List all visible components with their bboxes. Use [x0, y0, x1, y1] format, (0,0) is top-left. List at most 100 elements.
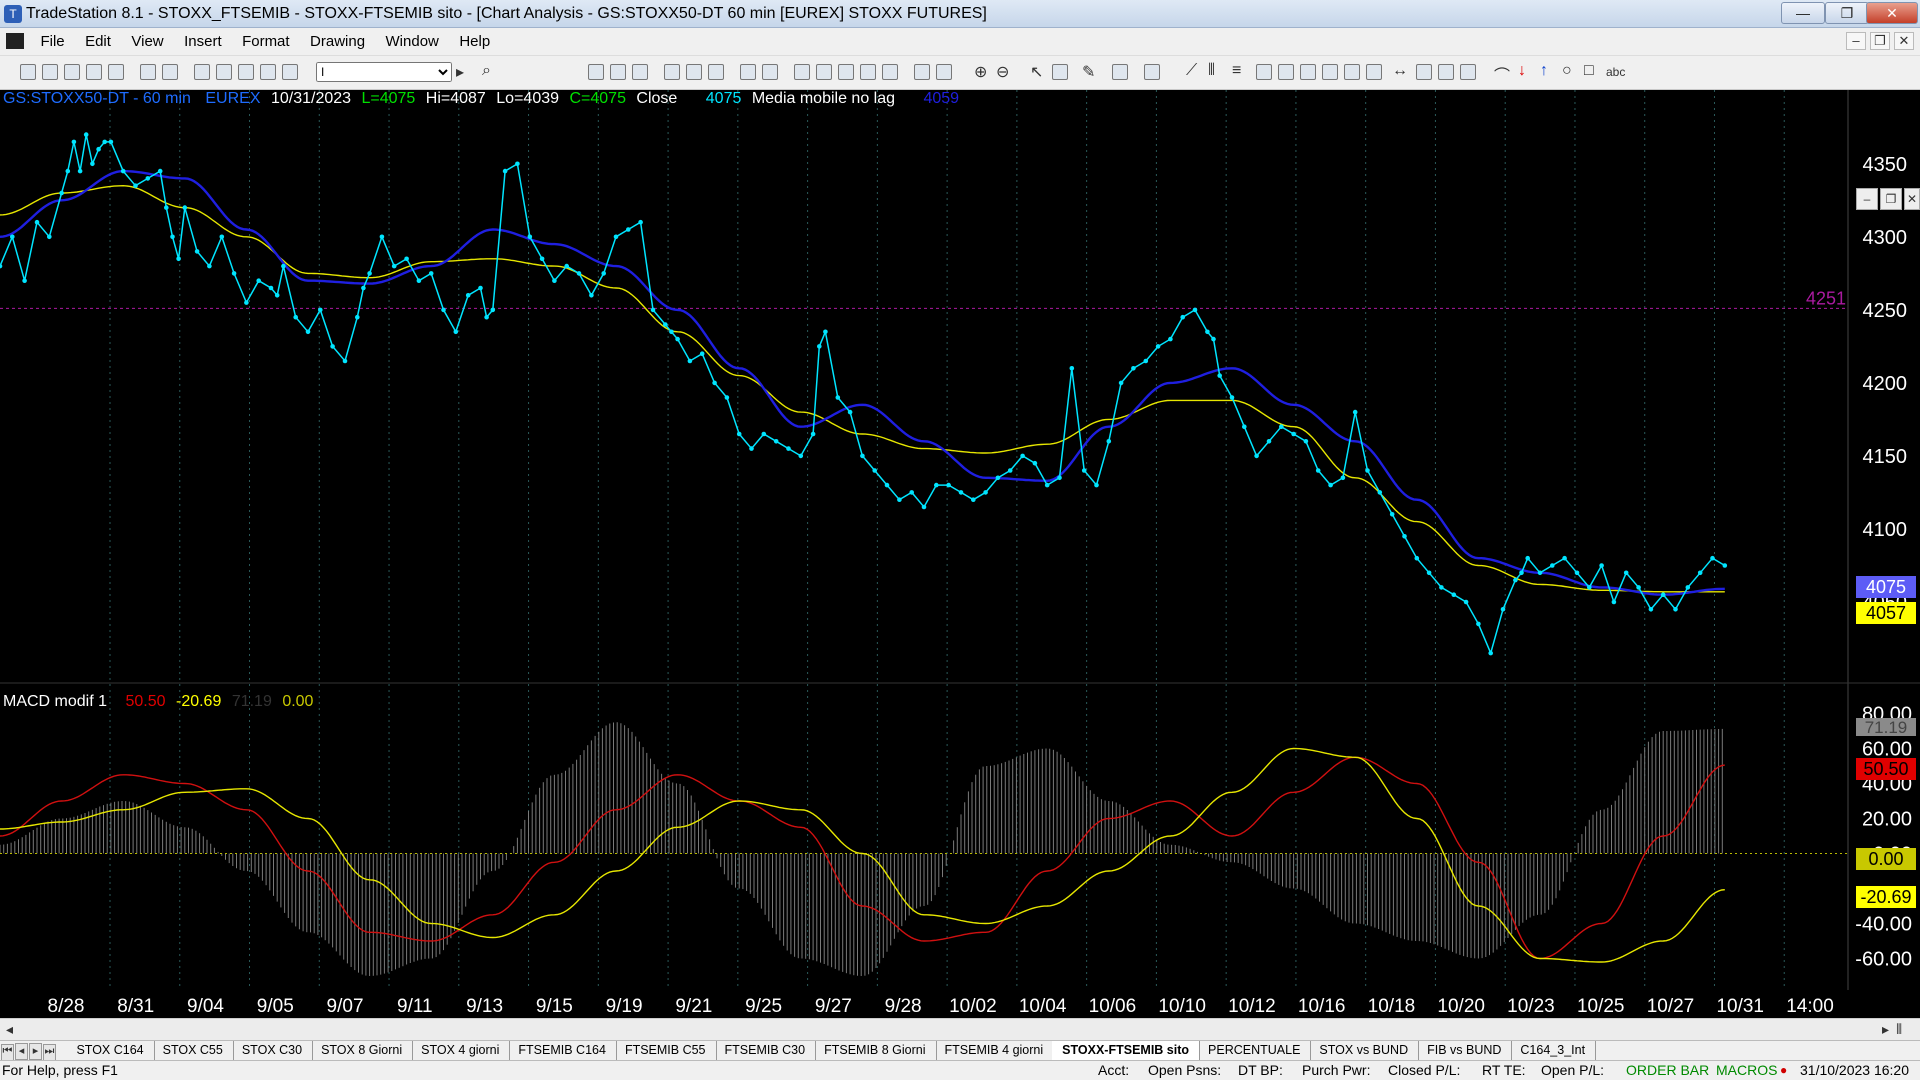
tb-icon-25[interactable]: [1416, 64, 1432, 80]
window-2-icon[interactable]: [216, 64, 232, 80]
trendline-icon[interactable]: ⟋: [1186, 62, 1197, 80]
menu-edit[interactable]: Edit: [77, 28, 119, 55]
globe-icon[interactable]: [282, 64, 298, 80]
tb-icon-11[interactable]: [838, 64, 854, 80]
folder-icon[interactable]: [108, 64, 124, 80]
tb-icon-13[interactable]: [882, 64, 898, 80]
tb-icon-1[interactable]: [588, 64, 604, 80]
play-arrow-icon[interactable]: ▸: [456, 62, 464, 82]
lock-icon[interactable]: [238, 64, 254, 80]
workspace-tab[interactable]: FIB vs BUND: [1417, 1041, 1513, 1060]
tools-icon[interactable]: [260, 64, 276, 80]
zoom-in-icon[interactable]: ⊕: [974, 62, 987, 82]
status-macros[interactable]: MACROS: [1716, 1062, 1777, 1078]
menu-insert[interactable]: Insert: [176, 28, 230, 55]
mdi-restore-button[interactable]: ❐: [1870, 32, 1890, 50]
workspace-tab[interactable]: FTSEMIB C30: [715, 1041, 817, 1060]
binocular-icon[interactable]: ⌕: [482, 62, 491, 80]
scroll-right-icon[interactable]: ▸: [1882, 1021, 1889, 1038]
open-icon[interactable]: [42, 64, 58, 80]
scroll-left-icon[interactable]: ◂: [6, 1021, 13, 1038]
horizontal-scrollbar[interactable]: ◂ ▸ ⦀: [0, 1018, 1920, 1040]
tab-next-icon[interactable]: ▸: [29, 1043, 42, 1060]
tb-icon-26[interactable]: [1438, 64, 1454, 80]
workspace-tab[interactable]: STOX C55: [153, 1041, 234, 1060]
menu-help[interactable]: Help: [451, 28, 498, 55]
workspace-tab[interactable]: FTSEMIB 4 giorni: [935, 1041, 1055, 1060]
tb-icon-17[interactable]: [1112, 64, 1128, 80]
subwindow-close-button[interactable]: ✕: [1904, 188, 1920, 210]
curve-icon[interactable]: ⌒: [1494, 62, 1510, 86]
tb-icon-10[interactable]: [816, 64, 832, 80]
menu-view[interactable]: View: [123, 28, 171, 55]
tb-icon-19[interactable]: [1256, 64, 1272, 80]
menu-drawing[interactable]: Drawing: [302, 28, 373, 55]
tb-icon-22[interactable]: [1322, 64, 1338, 80]
subwindow-restore-button[interactable]: ❐: [1880, 188, 1902, 210]
maximize-button[interactable]: ❐: [1825, 2, 1869, 24]
tb-icon-21[interactable]: [1300, 64, 1316, 80]
tab-first-icon[interactable]: ⏮: [1, 1044, 14, 1061]
pointer-icon[interactable]: ↖: [1030, 62, 1043, 82]
print-icon[interactable]: [162, 64, 178, 80]
horizontal-arrow-icon[interactable]: ↔: [1392, 62, 1408, 80]
open-workspace-icon[interactable]: [64, 64, 80, 80]
workspace-tab[interactable]: STOX vs BUND: [1309, 1041, 1420, 1060]
tab-last-icon[interactable]: ⏭: [43, 1044, 56, 1061]
workspace-tab[interactable]: STOX 4 giorni: [411, 1041, 511, 1060]
new-icon[interactable]: [20, 64, 36, 80]
workspace-tab[interactable]: PERCENTUALE: [1198, 1041, 1312, 1060]
workspace-tab[interactable]: FTSEMIB C55: [615, 1041, 717, 1060]
status-order-bar[interactable]: ORDER BAR: [1626, 1062, 1709, 1078]
arrow-up-blue-icon[interactable]: ↑: [1540, 62, 1548, 80]
close-button[interactable]: ✕: [1866, 2, 1918, 24]
text-tool-icon[interactable]: abc: [1606, 65, 1625, 79]
chart-canvas[interactable]: 4350430042504200415041004050 80.0060.004…: [0, 90, 1920, 1018]
tab-prev-icon[interactable]: ◂: [15, 1043, 28, 1060]
save-icon[interactable]: [140, 64, 156, 80]
horizontal-lines-icon[interactable]: ≡: [1232, 62, 1241, 80]
symbol-combo[interactable]: I: [316, 62, 452, 82]
vertical-lines-icon[interactable]: ⦀: [1208, 62, 1215, 80]
chart-document-icon[interactable]: [6, 33, 24, 49]
tb-icon-18[interactable]: [1144, 64, 1160, 80]
tb-icon-5[interactable]: [686, 64, 702, 80]
new-workspace-icon[interactable]: [86, 64, 102, 80]
tb-icon-16[interactable]: [1052, 64, 1068, 80]
tb-icon-23[interactable]: [1344, 64, 1360, 80]
tb-icon-3[interactable]: [632, 64, 648, 80]
tb-icon-27[interactable]: [1460, 64, 1476, 80]
zoom-out-icon[interactable]: ⊖: [996, 62, 1009, 82]
workspace-tab[interactable]: FTSEMIB C164: [508, 1041, 617, 1060]
tb-icon-15[interactable]: [936, 64, 952, 80]
menu-window[interactable]: Window: [378, 28, 447, 55]
tb-icon-6[interactable]: [708, 64, 724, 80]
scroll-thumb-icon[interactable]: ⦀: [1896, 1021, 1902, 1038]
tb-icon-7[interactable]: [740, 64, 756, 80]
workspace-tab[interactable]: STOXX-FTSEMIB sito: [1052, 1041, 1201, 1060]
tb-icon-24[interactable]: [1366, 64, 1382, 80]
arrow-down-red-icon[interactable]: ↓: [1518, 62, 1526, 80]
menu-format[interactable]: Format: [234, 28, 298, 55]
wrench-icon[interactable]: ✎: [1082, 62, 1095, 82]
tb-icon-4[interactable]: [664, 64, 680, 80]
window-icon[interactable]: [194, 64, 210, 80]
menu-file[interactable]: File: [32, 28, 72, 55]
mdi-minimize-button[interactable]: –: [1846, 32, 1866, 50]
tb-icon-9[interactable]: [794, 64, 810, 80]
workspace-tab[interactable]: STOX C30: [232, 1041, 314, 1060]
workspace-tab[interactable]: STOX 8 Giorni: [311, 1041, 414, 1060]
tb-icon-20[interactable]: [1278, 64, 1294, 80]
tb-icon-8[interactable]: [762, 64, 778, 80]
workspace-tab[interactable]: FTSEMIB 8 Giorni: [814, 1041, 937, 1060]
workspace-tab[interactable]: C164_3_Int: [1510, 1041, 1597, 1060]
chart-analysis-window[interactable]: 4350430042504200415041004050 80.0060.004…: [0, 90, 1920, 1022]
ellipse-icon[interactable]: ○: [1562, 62, 1572, 80]
rectangle-icon[interactable]: □: [1584, 62, 1594, 80]
subwindow-minimize-button[interactable]: –: [1856, 188, 1878, 210]
minimize-button[interactable]: —: [1781, 2, 1825, 24]
workspace-tab[interactable]: STOX C164: [66, 1041, 155, 1060]
tb-icon-2[interactable]: [610, 64, 626, 80]
tb-icon-12[interactable]: [860, 64, 876, 80]
mdi-close-button[interactable]: ✕: [1894, 32, 1914, 50]
